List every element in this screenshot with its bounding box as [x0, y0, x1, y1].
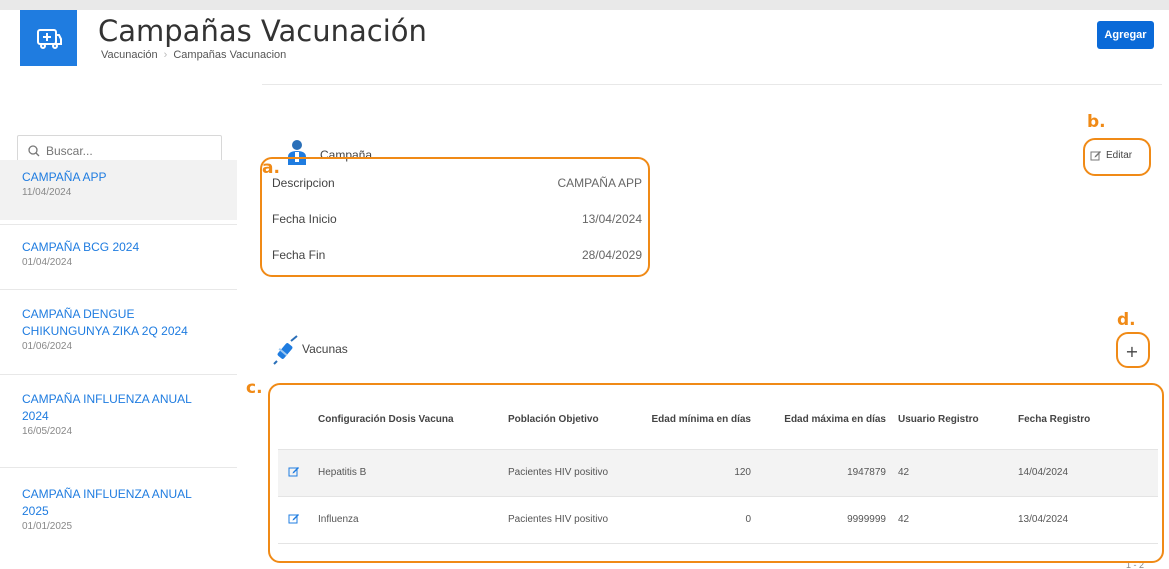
top-strip — [0, 0, 1169, 10]
breadcrumb-item-campanas: Campañas Vacunacion — [173, 49, 287, 61]
vaccines-section-title: Vacunas — [302, 342, 348, 356]
sidebar-item-name: CAMPAÑA APP — [22, 170, 107, 184]
breadcrumb-separator: › — [163, 49, 168, 61]
annotation-box-vaccines-table — [268, 383, 1164, 563]
sidebar-item-date: 01/06/2024 — [22, 341, 73, 352]
search-input[interactable] — [46, 144, 206, 158]
annotation-box-campaign-fields — [260, 157, 650, 277]
sidebar-item-name: CAMPAÑA INFLUENZA ANUAL 2024 — [22, 392, 192, 423]
sidebar-item-campana-app[interactable]: CAMPAÑA APP 11/04/2024 — [0, 160, 237, 220]
annotation-label-b: b. — [1087, 112, 1106, 132]
sidebar-item-name: CAMPAÑA BCG 2024 — [22, 240, 140, 254]
annotation-box-add — [1116, 332, 1150, 368]
sidebar-item-campana-bcg[interactable]: CAMPAÑA BCG 2024 01/04/2024 — [0, 224, 237, 288]
sidebar-item-date: 01/04/2024 — [22, 257, 73, 268]
syringe-icon — [273, 335, 301, 370]
sidebar-item-date: 01/01/2025 — [22, 521, 73, 532]
sidebar-item-name: CAMPAÑA INFLUENZA ANUAL 2025 — [22, 487, 192, 518]
search-icon — [28, 145, 40, 157]
sidebar: CAMPAÑA APP 11/04/2024 CAMPAÑA BCG 2024 … — [0, 120, 237, 569]
sidebar-item-campana-dengue[interactable]: CAMPAÑA DENGUE CHIKUNGUNYA ZIKA 2Q 2024 … — [0, 289, 237, 373]
annotation-label-d: d. — [1117, 310, 1136, 330]
breadcrumb-item-vacunacion[interactable]: Vacunación — [101, 49, 158, 61]
annotation-label-c: c. — [246, 378, 263, 398]
sidebar-item-date: 11/04/2024 — [22, 187, 72, 198]
breadcrumb: Vacunación › Campañas Vacunacion — [101, 49, 286, 61]
annotation-box-edit — [1083, 138, 1151, 176]
page-title: Campañas Vacunación — [98, 14, 427, 48]
header-divider — [262, 84, 1162, 85]
sidebar-item-campana-influenza-2025[interactable]: CAMPAÑA INFLUENZA ANUAL 2025 01/01/2025 — [0, 467, 237, 562]
sidebar-item-date: 16/05/2024 — [22, 426, 73, 437]
add-button[interactable]: Agregar — [1097, 21, 1154, 49]
sidebar-item-campana-influenza-2024[interactable]: CAMPAÑA INFLUENZA ANUAL 2024 16/05/2024 — [0, 374, 237, 466]
ambulance-icon — [20, 10, 77, 66]
sidebar-item-name: CAMPAÑA DENGUE CHIKUNGUNYA ZIKA 2Q 2024 — [22, 307, 188, 338]
